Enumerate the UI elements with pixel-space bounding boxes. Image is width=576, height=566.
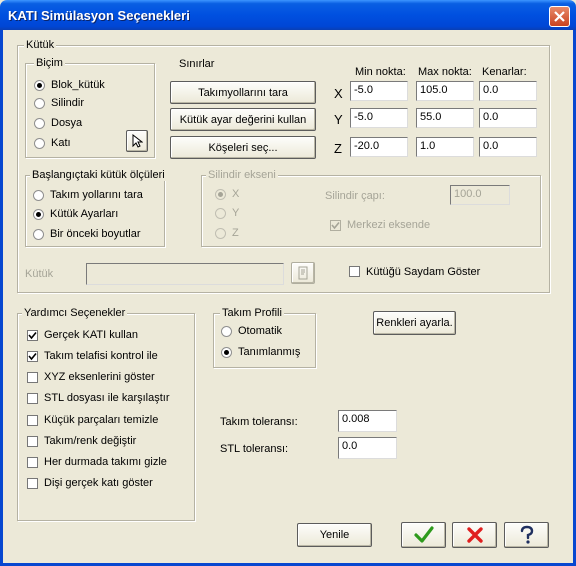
tool-color-change-checkbox[interactable] [27, 436, 38, 447]
x-max-field[interactable]: 105.0 [416, 81, 474, 101]
show-xyz-axes-label: XYZ eksenlerini göster [44, 371, 155, 383]
label-previous-size: Bir önceki boyutlar [50, 228, 141, 240]
set-colors-button[interactable]: Renkleri ayarla. [373, 311, 456, 335]
clean-small-parts-checkbox[interactable] [27, 415, 38, 426]
stock-file-label: Kütük [25, 268, 54, 280]
help-button[interactable] [504, 522, 549, 548]
ok-button[interactable] [401, 522, 446, 548]
radio-blok-kutuk[interactable] [34, 80, 45, 91]
tool-color-change-label: Takım/renk değiştir [44, 435, 137, 447]
label-stock-settings: Kütük Ayarları [50, 208, 119, 220]
z-max-field[interactable]: 1.0 [416, 137, 474, 157]
x-edge-field[interactable]: 0.0 [479, 81, 537, 101]
compare-stl-label: STL dosyası ile karşılaştır [44, 392, 170, 404]
label-axis-x: X [232, 188, 240, 200]
bicim-legend: Biçim [34, 57, 65, 69]
tool-compensation-checkbox[interactable] [27, 351, 38, 362]
checkmark-icon [413, 526, 434, 543]
window-title: KATI Simülasyon Seçenekleri [8, 8, 190, 23]
axis-y-label: Y [334, 112, 343, 127]
red-x-icon [466, 527, 483, 543]
col-edge-label: Kenarlar: [482, 66, 527, 78]
label-axis-y: Y [232, 207, 240, 219]
radio-automatic[interactable] [221, 326, 232, 337]
label-defined: Tanımlanmış [238, 346, 301, 358]
axis-z-label: Z [334, 141, 342, 156]
y-min-field[interactable]: -5.0 [350, 108, 408, 128]
tool-compensation-label: Takım telafisi kontrol ile [44, 350, 158, 362]
tool-tolerance-label: Takım toleransı: [220, 416, 298, 428]
question-mark-icon [520, 525, 533, 544]
radio-defined[interactable] [221, 347, 232, 358]
sinirlar-label: Sınırlar [179, 58, 215, 70]
folder-icon [298, 266, 308, 280]
hide-tool-on-stop-checkbox[interactable] [27, 457, 38, 468]
checkmark-icon [28, 331, 37, 340]
tool-profile-legend: Takım Profili [220, 307, 284, 319]
kutuk-legend: Kütük [24, 39, 57, 51]
y-max-field[interactable]: 55.0 [416, 108, 474, 128]
cancel-button[interactable] [452, 522, 497, 548]
show-xyz-axes-checkbox[interactable] [27, 372, 38, 383]
tool-tolerance-field[interactable]: 0.008 [338, 410, 397, 432]
pick-solid-button[interactable] [126, 130, 148, 152]
checkmark-icon [331, 221, 340, 230]
label-scan-toolpaths: Takım yollarını tara [50, 189, 143, 201]
x-min-field[interactable]: -5.0 [350, 81, 408, 101]
label-silindir: Silindir [51, 97, 85, 109]
col-min-label: Min nokta: [355, 66, 406, 78]
stl-tolerance-field[interactable]: 0.0 [338, 437, 397, 459]
radio-stock-settings[interactable] [33, 209, 44, 220]
radio-axis-x[interactable] [215, 189, 226, 200]
radio-kati[interactable] [34, 138, 45, 149]
browse-file-button[interactable] [291, 262, 315, 284]
radio-dosya[interactable] [34, 118, 45, 129]
radio-silindir[interactable] [34, 98, 45, 109]
checkmark-icon [28, 352, 37, 361]
use-real-solid-label: Gerçek KATI kullan [44, 329, 138, 341]
col-max-label: Max nokta: [418, 66, 472, 78]
label-axis-z: Z [232, 227, 239, 239]
label-automatic: Otomatik [238, 325, 283, 337]
transparent-stock-checkbox[interactable] [349, 266, 360, 277]
stl-tolerance-label: STL toleransı: [220, 443, 289, 455]
label-dosya: Dosya [51, 117, 83, 129]
axis-x-label: X [334, 86, 343, 101]
stock-file-field[interactable] [86, 263, 284, 285]
label-kati: Katı [51, 137, 71, 149]
y-edge-field[interactable]: 0.0 [479, 108, 537, 128]
radio-scan-toolpaths[interactable] [33, 190, 44, 201]
use-stock-settings-button[interactable]: Kütük ayar değerini kullan [170, 108, 316, 131]
helper-options-legend: Yardımcı Seçenekler [22, 307, 128, 319]
radio-axis-z[interactable] [215, 228, 226, 239]
transparent-stock-label: Kütüğü Saydam Göster [366, 266, 481, 278]
initial-size-legend: Başlangıçtaki kütük ölçüleri [30, 169, 167, 181]
select-corners-button[interactable]: Köşeleri seç... [170, 136, 316, 159]
label-blok-kutuk: Blok_kütük [51, 79, 105, 91]
use-real-solid-checkbox[interactable] [27, 330, 38, 341]
close-icon [554, 11, 565, 22]
refresh-button[interactable]: Yenile [297, 523, 372, 547]
window-border-left [0, 30, 3, 566]
hide-tool-on-stop-label: Her durmada takımı gizle [44, 456, 167, 468]
show-female-solid-checkbox[interactable] [27, 478, 38, 489]
tool-profile-group: Takım Profili [213, 307, 316, 368]
scan-toolpaths-button[interactable]: Takımyollarını tara [170, 81, 316, 104]
z-min-field[interactable]: -20.0 [350, 137, 408, 157]
center-on-axis-label: Merkezi eksende [347, 219, 431, 231]
z-edge-field[interactable]: 0.0 [479, 137, 537, 157]
radio-axis-y[interactable] [215, 208, 226, 219]
cylinder-axis-legend: Silindir ekseni [206, 169, 278, 181]
center-on-axis-checkbox[interactable] [330, 220, 341, 231]
cylinder-diameter-label: Silindir çapı: [325, 190, 385, 202]
show-female-solid-label: Dişi gerçek katı göster [44, 477, 153, 489]
compare-stl-checkbox[interactable] [27, 393, 38, 404]
radio-previous-size[interactable] [33, 229, 44, 240]
pointer-arrow-icon [132, 134, 143, 148]
close-button[interactable] [549, 6, 570, 27]
clean-small-parts-label: Küçük parçaları temizle [44, 414, 159, 426]
cylinder-diameter-field[interactable]: 100.0 [450, 185, 510, 205]
